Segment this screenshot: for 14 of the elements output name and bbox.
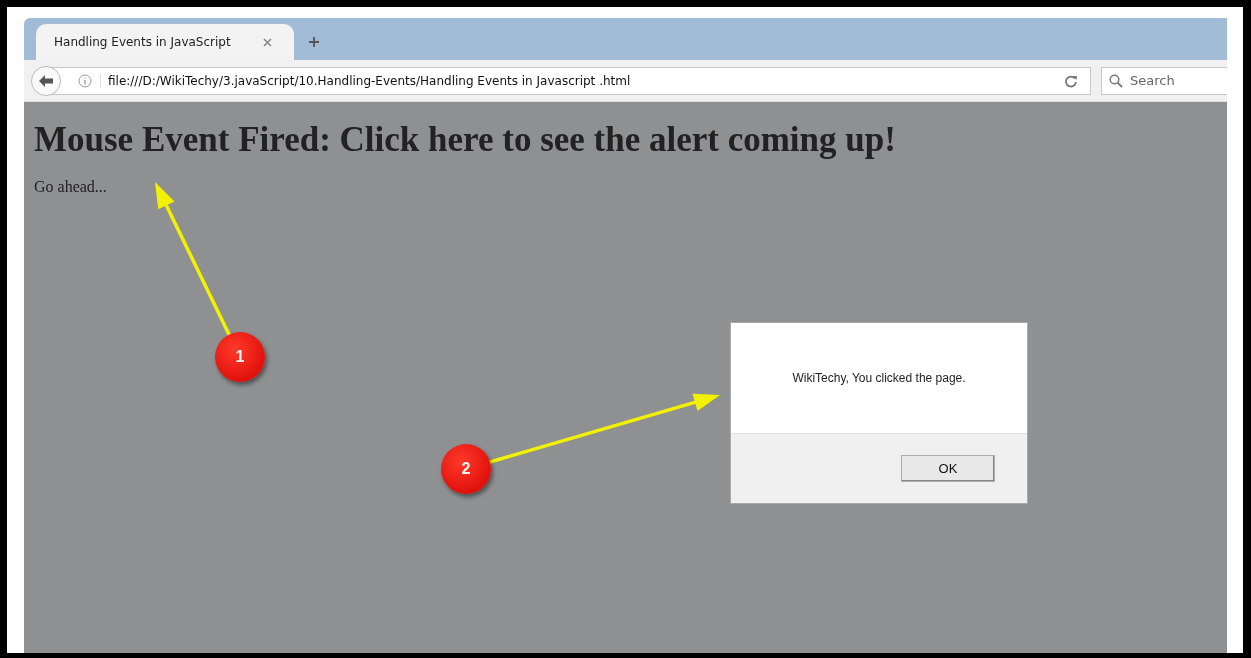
- close-icon[interactable]: [263, 37, 272, 47]
- number-badge: 2: [441, 444, 491, 494]
- number-badge: 1: [215, 332, 265, 382]
- back-icon: [38, 73, 54, 88]
- search-field[interactable]: Search: [1101, 66, 1227, 95]
- ok-button[interactable]: OK: [901, 455, 995, 482]
- browser-tab[interactable]: Handling Events in JavaScript: [36, 24, 294, 60]
- new-tab-icon[interactable]: [308, 36, 320, 48]
- page-heading: Mouse Event Fired: Click here to see the alert coming up!: [34, 120, 896, 160]
- alert-message: WikiTechy, You clicked the page.: [792, 370, 966, 387]
- back-button[interactable]: [31, 65, 61, 96]
- info-icon[interactable]: [78, 73, 92, 88]
- reload-icon[interactable]: [1064, 73, 1078, 88]
- page-text: Go ahead...: [34, 178, 107, 196]
